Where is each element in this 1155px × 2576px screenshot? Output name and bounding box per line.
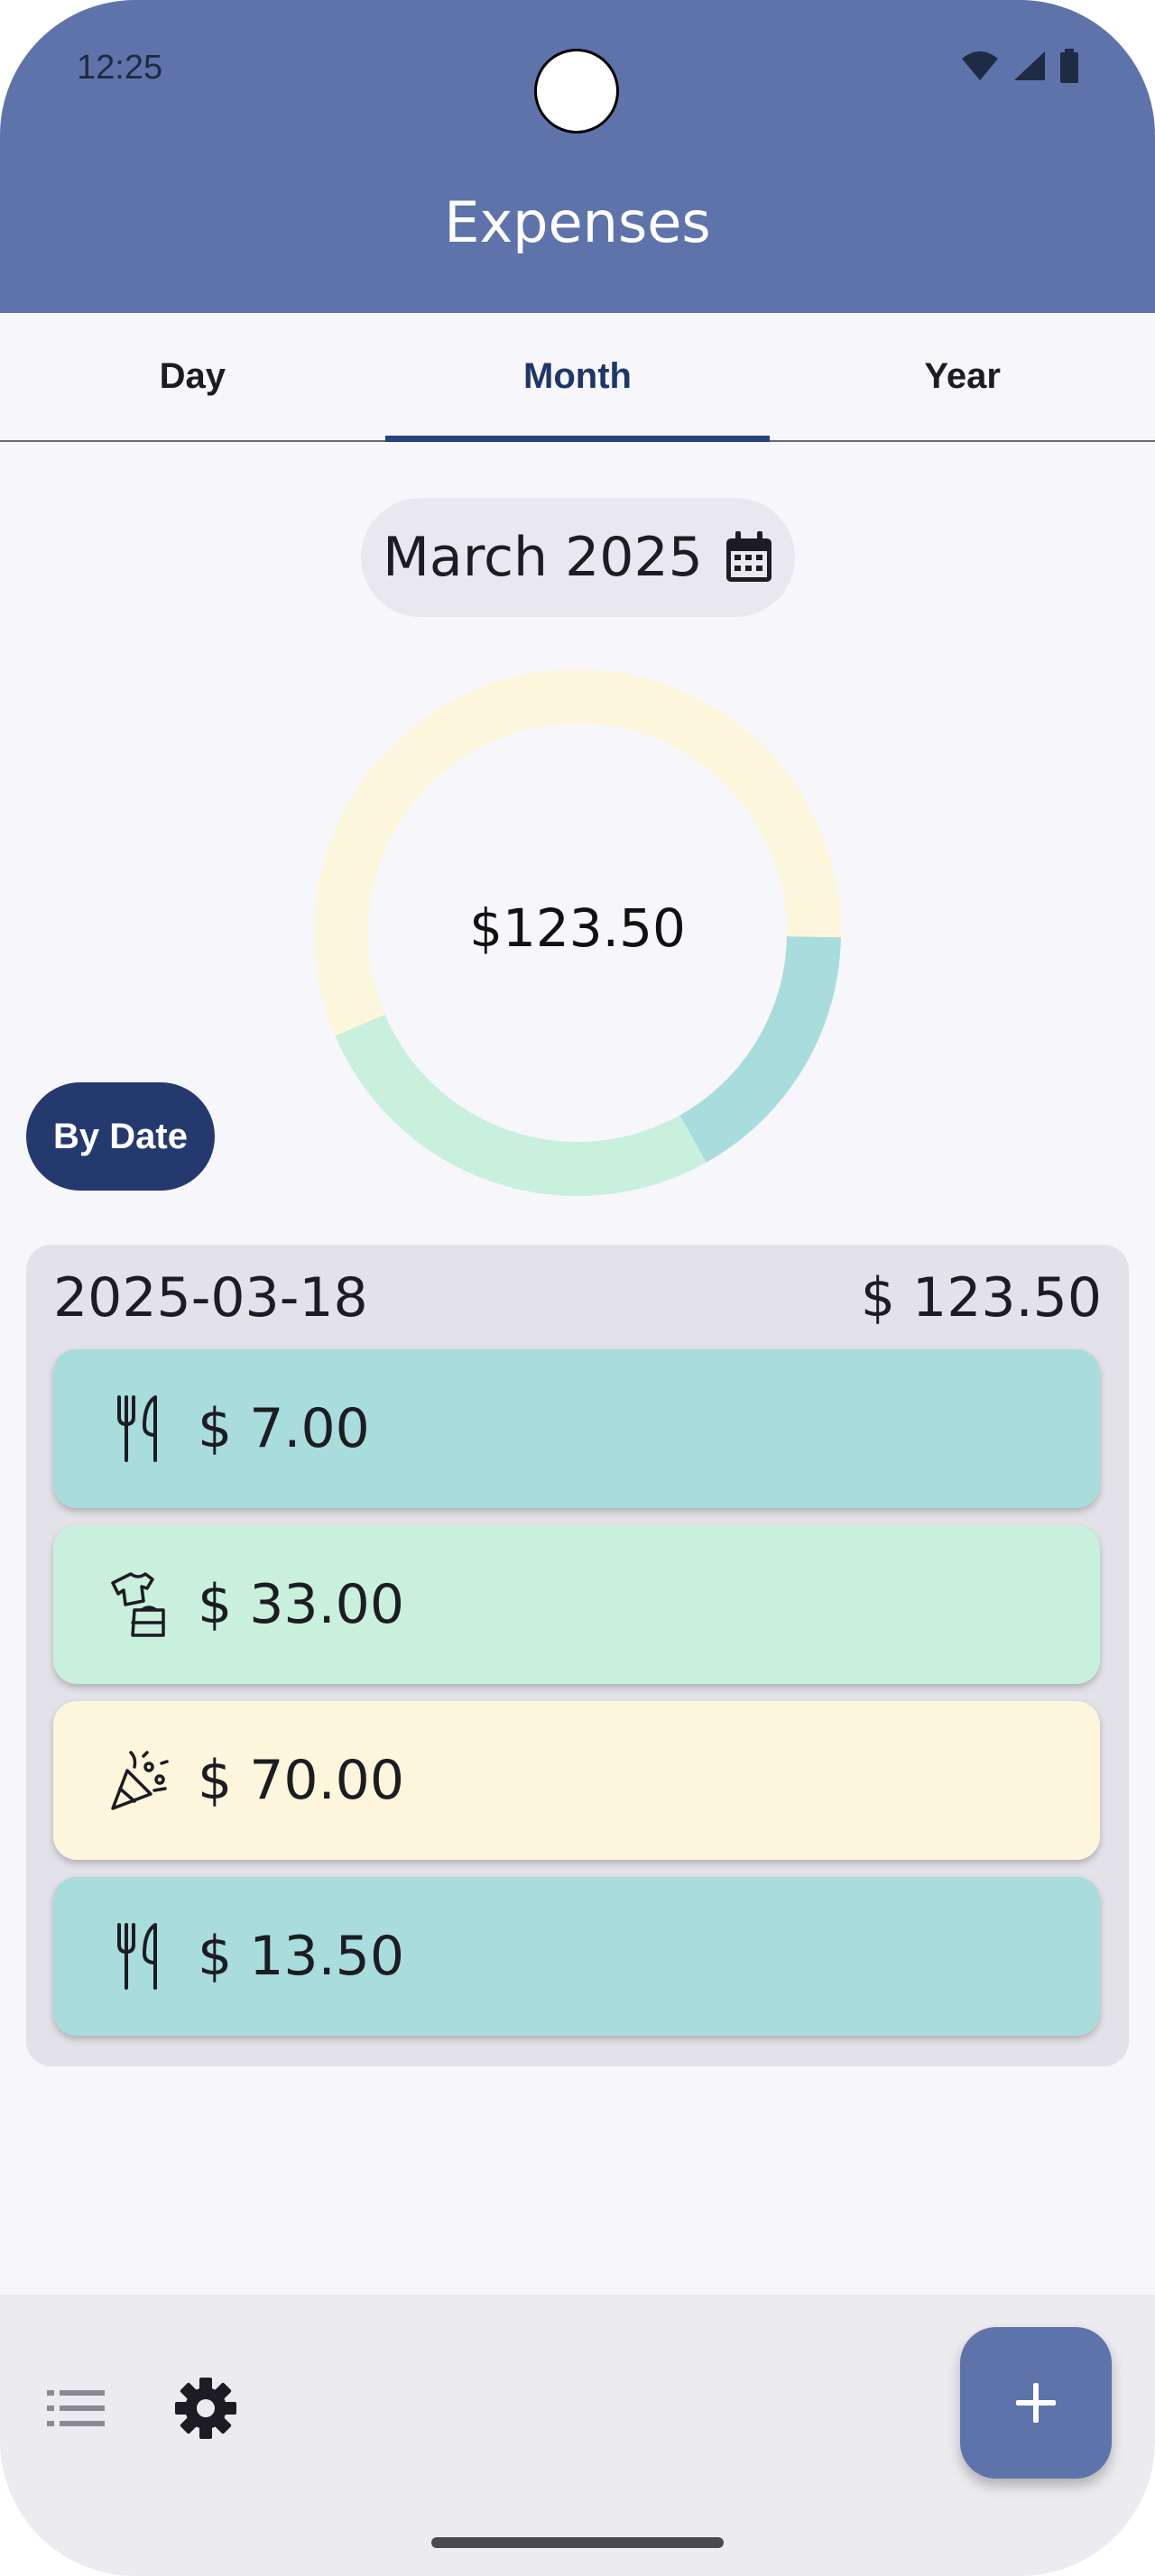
list-icon[interactable] (47, 2388, 105, 2428)
date-group: 2025-03-18 $ 123.50 $ 7.00 $ 33.00 $ 70.… (26, 1245, 1129, 2066)
group-date: 2025-03-18 (53, 1266, 368, 1329)
date-group-header: 2025-03-18 $ 123.50 (53, 1266, 1102, 1329)
expense-amount: $ 70.00 (198, 1749, 405, 1812)
home-indicator (431, 2537, 724, 2548)
period-tabs: Day Month Year (0, 313, 1155, 442)
expense-item[interactable]: $ 33.00 (53, 1525, 1100, 1684)
tab-label: Month (523, 356, 632, 396)
expense-item[interactable]: $ 13.50 (53, 1877, 1100, 2036)
active-tab-indicator (384, 436, 771, 442)
group-total: $ 123.50 (860, 1266, 1102, 1329)
app-title: Expenses (444, 189, 711, 255)
front-camera (534, 49, 619, 133)
app-bar: 12:25 Expenses (0, 0, 1155, 313)
tab-label: Day (159, 356, 226, 396)
wifi-icon (962, 51, 998, 80)
calendar-icon (725, 531, 772, 582)
add-expense-button[interactable] (960, 2327, 1112, 2479)
expense-item[interactable]: $ 7.00 (53, 1349, 1100, 1508)
total-amount: $123.50 (469, 897, 686, 959)
status-time: 12:25 (77, 49, 163, 87)
app-screen: 12:25 Expenses Day Month Year March 2025… (0, 0, 1155, 2576)
fork-knife-icon (109, 1920, 172, 1992)
party-popper-icon (109, 1744, 172, 1817)
expense-amount: $ 7.00 (198, 1397, 370, 1460)
sort-by-date-button[interactable]: By Date (26, 1082, 215, 1191)
gear-icon[interactable] (175, 2378, 236, 2439)
battery-icon (1060, 49, 1078, 83)
fork-knife-icon (109, 1393, 172, 1465)
plus-icon (1016, 2383, 1056, 2423)
expense-amount: $ 13.50 (198, 1925, 405, 1988)
expense-item[interactable]: $ 70.00 (53, 1701, 1100, 1860)
tab-year[interactable]: Year (770, 313, 1155, 440)
tab-day[interactable]: Day (0, 313, 385, 440)
tab-label: Year (924, 356, 1001, 396)
status-icons (960, 49, 1079, 83)
clothing-icon (109, 1569, 172, 1641)
tab-month[interactable]: Month (384, 313, 771, 442)
month-selector[interactable]: March 2025 (361, 498, 795, 617)
month-label: March 2025 (383, 526, 703, 589)
expense-amount: $ 33.00 (198, 1573, 405, 1636)
signal-icon (1014, 51, 1045, 80)
